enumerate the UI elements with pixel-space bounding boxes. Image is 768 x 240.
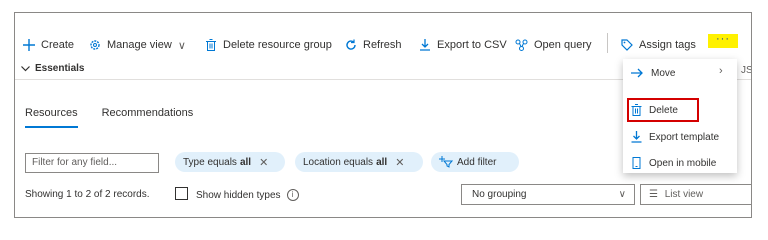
open-query-button[interactable]: Open query xyxy=(515,36,591,54)
plus-icon xyxy=(23,39,35,51)
refresh-button[interactable]: Refresh xyxy=(345,36,402,54)
trash-icon xyxy=(631,104,642,116)
tab-bar: Resources Recommendations xyxy=(25,107,217,128)
gear-icon xyxy=(90,40,100,50)
json-view-link[interactable]: JSO xyxy=(741,65,751,76)
close-icon[interactable]: ✕ xyxy=(259,156,268,169)
menu-item-move[interactable]: Move xyxy=(631,65,675,81)
essentials-label: Essentials xyxy=(35,63,85,74)
grouping-dropdown[interactable]: No grouping ∨ xyxy=(461,184,635,205)
add-filter-button[interactable]: Add filter xyxy=(431,152,519,172)
menu-item-label: Open in mobile xyxy=(649,157,717,169)
type-filter-label: Type equals xyxy=(183,156,237,168)
location-filter-pill[interactable]: Location equals all ✕ xyxy=(295,152,423,172)
show-hidden-label: Show hidden types xyxy=(196,189,281,201)
close-icon[interactable]: ✕ xyxy=(395,156,404,169)
more-actions-button[interactable]: ··· xyxy=(708,34,738,48)
query-icon xyxy=(515,39,528,51)
resource-group-panel: Create Manage view ∨ Delete resource gro… xyxy=(14,12,752,218)
add-filter-label: Add filter xyxy=(457,156,497,168)
manage-view-label: Manage view xyxy=(107,39,172,51)
chevron-down-icon: ∨ xyxy=(618,189,626,200)
chevron-down-icon xyxy=(21,65,30,71)
assign-tags-label: Assign tags xyxy=(639,39,696,51)
trash-icon xyxy=(206,39,216,51)
show-hidden-checkbox[interactable] xyxy=(175,187,188,200)
menu-item-label: Move xyxy=(651,67,676,79)
add-filter-icon xyxy=(439,156,453,168)
arrow-right-icon xyxy=(631,68,643,78)
list-view-dropdown[interactable]: ☰ List view xyxy=(640,184,751,205)
menu-item-delete[interactable]: Delete xyxy=(631,102,678,118)
menu-item-label: Export template xyxy=(649,131,720,143)
list-view-icon: ☰ xyxy=(649,189,658,200)
download-icon xyxy=(420,39,430,51)
tag-icon xyxy=(621,39,633,51)
assign-tags-button[interactable]: Assign tags xyxy=(621,36,696,54)
filter-input[interactable]: Filter for any field... xyxy=(25,153,159,173)
chevron-down-icon: ∨ xyxy=(177,39,186,52)
delete-resource-group-button[interactable]: Delete resource group xyxy=(205,36,332,54)
refresh-icon xyxy=(346,39,356,50)
export-csv-button[interactable]: Export to CSV xyxy=(419,36,507,54)
refresh-label: Refresh xyxy=(363,39,402,51)
create-label: Create xyxy=(41,39,75,51)
location-filter-value: all xyxy=(376,156,388,168)
manage-view-button[interactable]: Manage view ∨ xyxy=(89,36,186,54)
menu-item-open-mobile[interactable]: Open in mobile xyxy=(631,155,716,171)
type-filter-pill[interactable]: Type equals all ✕ xyxy=(175,152,285,172)
location-filter-label: Location equals xyxy=(303,156,374,168)
menu-item-export-template[interactable]: Export template xyxy=(631,129,719,145)
show-hidden-types: Show hidden types i xyxy=(196,189,299,201)
delete-resource-group-label: Delete resource group xyxy=(223,39,332,51)
info-icon[interactable]: i xyxy=(286,189,299,201)
essentials-toggle[interactable]: Essentials xyxy=(21,63,84,74)
menu-item-label: Delete xyxy=(649,104,678,116)
mobile-icon xyxy=(632,157,641,169)
open-query-label: Open query xyxy=(534,39,592,51)
chevron-right-icon: › xyxy=(719,65,723,77)
list-view-label: List view xyxy=(664,189,704,200)
export-csv-label: Export to CSV xyxy=(437,39,507,51)
type-filter-value: all xyxy=(239,156,252,168)
tab-resources[interactable]: Resources xyxy=(25,107,78,128)
toolbar-divider xyxy=(607,33,608,53)
records-summary: Showing 1 to 2 of 2 records. xyxy=(25,189,150,200)
tab-recommendations[interactable]: Recommendations xyxy=(102,107,194,119)
more-actions-menu: Move › Delete Export template Open in mo… xyxy=(623,59,737,173)
grouping-value: No grouping xyxy=(472,189,527,200)
create-button[interactable]: Create xyxy=(23,36,74,54)
download-icon xyxy=(631,131,642,143)
